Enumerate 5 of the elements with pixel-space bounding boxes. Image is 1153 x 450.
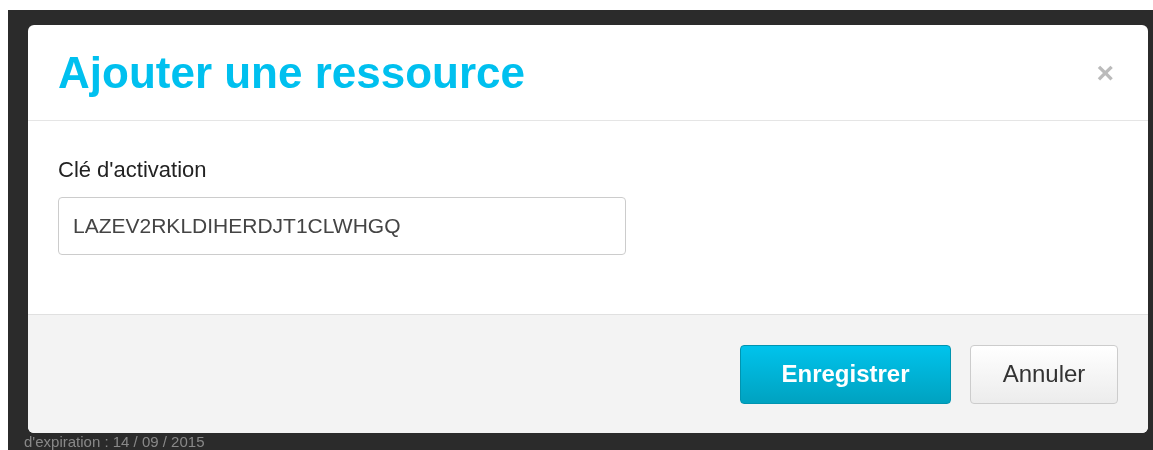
modal-title: Ajouter une ressource bbox=[58, 47, 526, 98]
expiration-text: d'expiration : 14 / 09 / 2015 bbox=[24, 433, 205, 450]
cancel-button[interactable]: Annuler bbox=[970, 344, 1118, 404]
field-label: Clé d'activation bbox=[58, 157, 207, 183]
activation-key-field[interactable]: LAZEV2RKLDIHERDJT1CLWHGQ bbox=[58, 197, 626, 255]
